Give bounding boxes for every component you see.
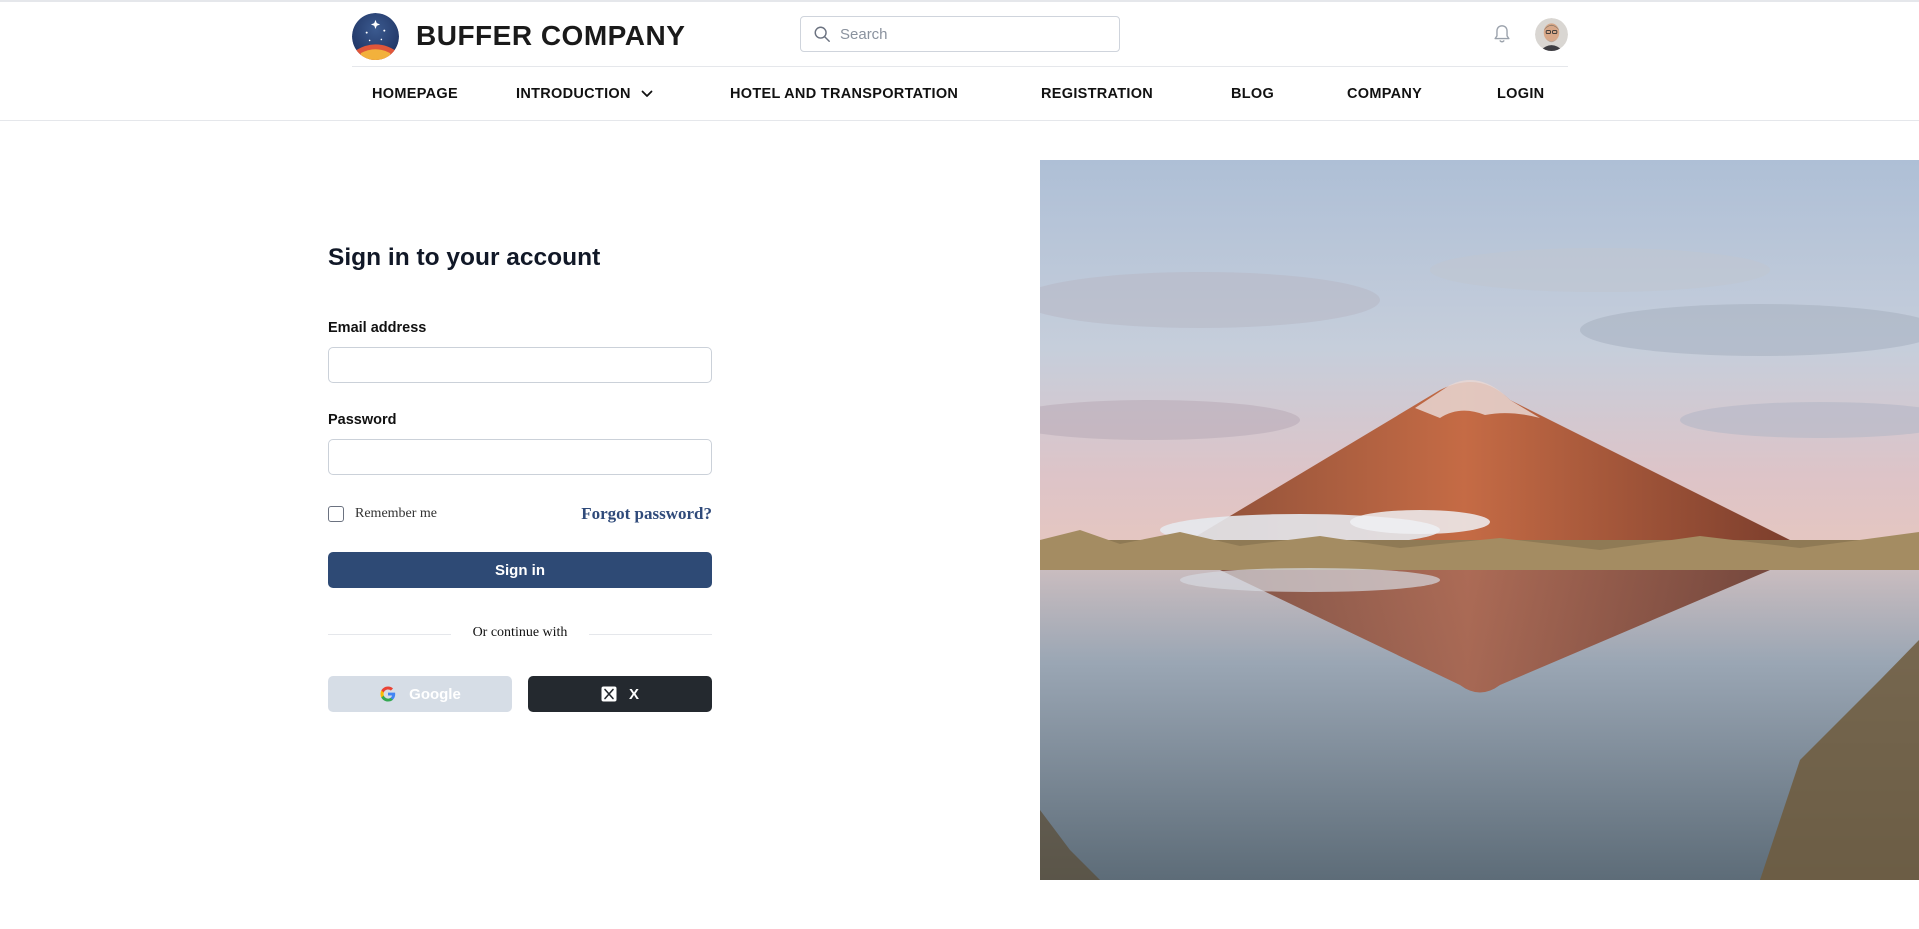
brand-name: BUFFER COMPANY [416, 20, 686, 51]
header-container: BUFFER COMPANY HOMEPAGE INT [352, 2, 1568, 121]
password-label: Password [328, 412, 397, 428]
nav-label: HOTEL AND TRANSPORTATION [730, 86, 959, 102]
page-title: Sign in to your account [328, 244, 601, 271]
hero-image [1040, 160, 1919, 880]
nav-homepage[interactable]: HOMEPAGE [372, 67, 458, 121]
main-nav: HOMEPAGE INTRODUCTION HOTEL AND TRANSPOR… [352, 67, 1568, 121]
search-icon [814, 26, 830, 42]
brand[interactable]: BUFFER COMPANY [352, 12, 685, 60]
forgot-password-link[interactable]: Forgot password? [581, 504, 712, 524]
site-header: BUFFER COMPANY HOMEPAGE INT [0, 2, 1919, 121]
nav-label: LOGIN [1497, 86, 1545, 102]
email-field[interactable] [328, 347, 712, 383]
x-label: X [628, 685, 639, 703]
bell-icon[interactable] [1491, 23, 1513, 45]
x-logo-icon [601, 686, 617, 702]
company-logo [352, 12, 399, 60]
nav-company[interactable]: COMPANY [1347, 67, 1422, 121]
google-signin-button[interactable]: Google [328, 676, 512, 712]
nav-label: HOMEPAGE [372, 86, 458, 102]
nav-blog[interactable]: BLOG [1231, 67, 1274, 121]
remember-me[interactable]: Remember me [328, 506, 437, 522]
remember-checkbox[interactable] [328, 506, 344, 522]
remember-label: Remember me [355, 506, 438, 521]
nav-label: COMPANY [1347, 86, 1423, 102]
divider-label: Or continue with [450, 625, 590, 640]
google-label: Google [409, 685, 461, 703]
nav-label: BLOG [1231, 86, 1275, 102]
divider: Or continue with [328, 623, 712, 641]
chevron-down-icon [641, 90, 653, 97]
sign-in-button[interactable]: Sign in [328, 552, 712, 588]
email-label: Email address [328, 320, 427, 336]
nav-login[interactable]: LOGIN [1497, 67, 1544, 121]
nav-registration[interactable]: REGISTRATION [1041, 67, 1153, 121]
nav-label: REGISTRATION [1041, 86, 1154, 102]
nav-hotel-and-transportation[interactable]: HOTEL AND TRANSPORTATION [730, 67, 958, 121]
nav-introduction[interactable]: INTRODUCTION [516, 67, 653, 121]
nav-label: INTRODUCTION [516, 86, 631, 102]
search-box[interactable] [800, 16, 1120, 52]
avatar[interactable] [1535, 18, 1568, 51]
search-input[interactable] [840, 25, 1100, 43]
google-icon [380, 686, 396, 702]
x-signin-button[interactable]: X [528, 676, 712, 712]
password-field[interactable] [328, 439, 712, 475]
